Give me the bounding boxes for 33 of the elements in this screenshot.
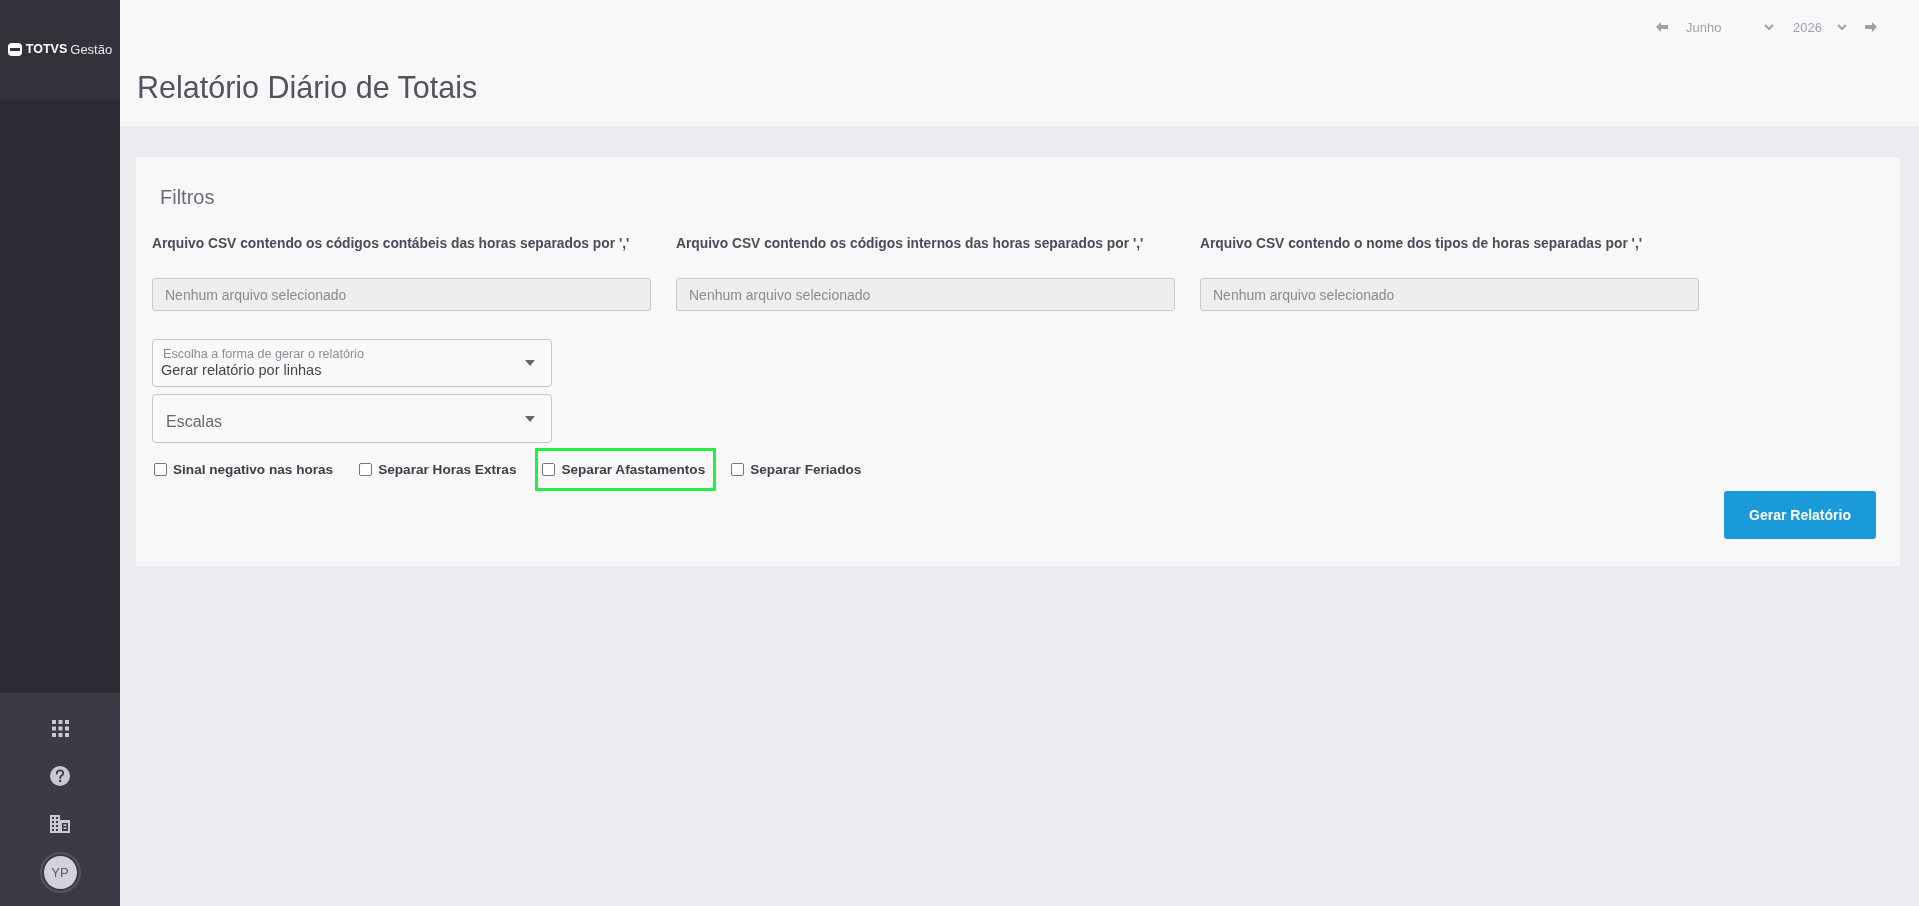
checkbox-label[interactable]: Sinal negativo nas horas bbox=[173, 462, 334, 477]
chevron-down-icon bbox=[1764, 24, 1774, 30]
section-title: Filtros bbox=[160, 185, 216, 209]
file-input[interactable]: Nenhum arquivo selecionado bbox=[1200, 278, 1699, 311]
dropdown-select[interactable]: Escalas bbox=[152, 394, 552, 443]
checkbox-label[interactable]: Separar Feriados bbox=[750, 462, 862, 477]
field-label: Arquivo CSV contendo os códigos contábeis das horas separados por ',' bbox=[152, 235, 631, 253]
logo-icon bbox=[7, 42, 22, 56]
building-icon[interactable] bbox=[50, 815, 70, 833]
dropdown-label: Escolha a forma de gerar o relatório bbox=[162, 347, 364, 361]
logo-brand: TOTVS bbox=[25, 42, 68, 56]
field-label: Arquivo CSV contendo os códigos internos das horas separados por ',' bbox=[676, 235, 1145, 253]
dropdown-placeholder: Escalas bbox=[166, 411, 223, 431]
file-input[interactable]: Nenhum arquivo selecionado bbox=[676, 278, 1175, 311]
page-title: Relatório Diário de Totais bbox=[137, 69, 479, 105]
field-label: Arquivo CSV contendo o nome dos tipos de horas separadas por ',' bbox=[1200, 235, 1643, 253]
dropdown-select[interactable]: Escolha a forma de gerar o relatório Gerar relatório por linhas bbox=[152, 339, 552, 387]
apps-grid-icon[interactable] bbox=[51, 719, 69, 737]
help-icon[interactable] bbox=[50, 766, 70, 786]
checkbox[interactable] bbox=[542, 463, 556, 476]
dropdown-value: Gerar relatório por linhas bbox=[161, 361, 323, 379]
caret-down-icon bbox=[525, 415, 535, 422]
checkbox-label[interactable]: Separar Horas Extras bbox=[378, 462, 517, 477]
file-input[interactable]: Nenhum arquivo selecionado bbox=[152, 278, 651, 311]
logo-product: Gestão bbox=[70, 41, 113, 57]
chevron-down-icon bbox=[1837, 24, 1847, 30]
arrow-right-icon[interactable] bbox=[1865, 22, 1877, 32]
caret-down-icon bbox=[525, 360, 535, 366]
checkbox[interactable] bbox=[154, 463, 167, 476]
checkbox[interactable] bbox=[731, 463, 745, 476]
checkbox-label[interactable]: Separar Afastamentos bbox=[561, 462, 706, 477]
arrow-left-icon[interactable] bbox=[1656, 22, 1668, 32]
checkbox[interactable] bbox=[359, 463, 373, 476]
